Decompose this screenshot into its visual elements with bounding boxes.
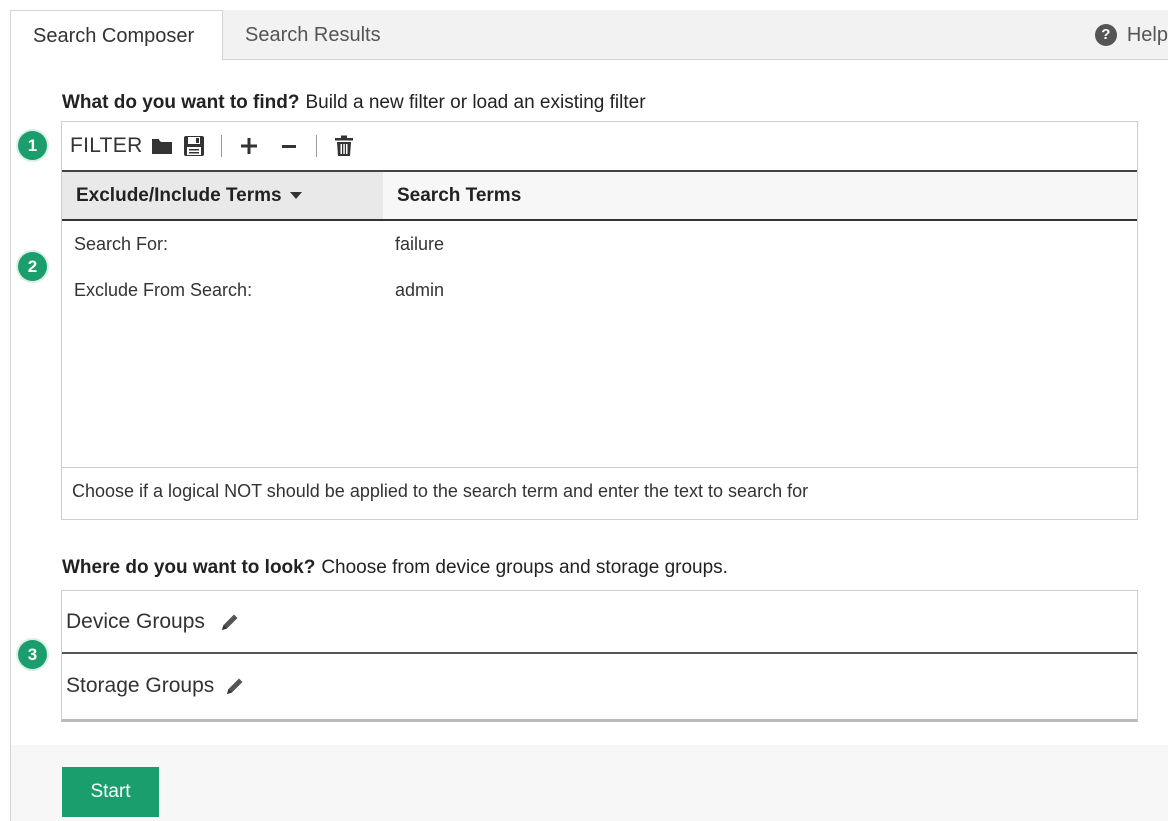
find-heading-text: Build a new filter or load an existing f…	[305, 92, 646, 113]
filter-label: FILTER	[70, 134, 143, 157]
step-2-badge: 2	[18, 252, 47, 281]
storage-groups-label: Storage Groups	[66, 673, 215, 697]
tab-search-results[interactable]: Search Results	[223, 10, 403, 61]
toolbar-divider	[315, 135, 317, 157]
tab-bar: Search Composer Search Results ? Help	[10, 10, 1168, 61]
groups-panel: Device Groups Storage Groups	[61, 590, 1138, 722]
column-label: Search Terms	[397, 184, 522, 206]
exclude-include-column-header[interactable]: Exclude/Include Terms	[62, 172, 383, 219]
row-term: failure	[395, 233, 445, 254]
save-icon[interactable]	[181, 132, 207, 160]
trash-icon[interactable]	[331, 132, 357, 160]
action-bar	[11, 745, 1168, 821]
tab-search-composer[interactable]: Search Composer	[10, 10, 223, 61]
find-heading: What do you want to find? Build a new fil…	[62, 92, 646, 114]
minus-icon[interactable]	[276, 132, 302, 160]
row-type: Search For:	[74, 233, 169, 254]
look-heading-bold: Where do you want to look?	[62, 557, 316, 578]
filter-hint: Choose if a logical NOT should be applie…	[62, 467, 1137, 515]
filter-grid-body: Search For: failure Exclude From Search:…	[62, 221, 1137, 467]
table-row[interactable]: Search For: failure	[62, 221, 1137, 267]
row-type: Exclude From Search:	[74, 279, 253, 300]
step-1-badge: 1	[18, 131, 47, 160]
device-groups-row: Device Groups	[62, 591, 1137, 654]
storage-groups-row: Storage Groups	[62, 654, 1137, 717]
pencil-icon[interactable]	[224, 675, 246, 697]
row-term: admin	[395, 279, 445, 300]
search-terms-column-header: Search Terms	[383, 172, 1137, 219]
left-border	[10, 60, 11, 821]
question-circle-icon: ?	[1094, 24, 1117, 46]
column-label: Exclude/Include Terms	[76, 184, 282, 206]
look-heading: Where do you want to look? Choose from de…	[62, 557, 728, 579]
pencil-icon[interactable]	[219, 611, 241, 633]
help-link[interactable]: ? Help	[1094, 10, 1168, 60]
device-groups-label: Device Groups	[66, 609, 205, 633]
toolbar-divider	[220, 135, 222, 157]
start-button[interactable]: Start	[62, 767, 159, 817]
table-row[interactable]: Exclude From Search: admin	[62, 267, 1137, 313]
caret-down-icon	[289, 192, 302, 199]
filter-panel: FILTER Exclude/Include Terms Search Term…	[61, 121, 1138, 520]
help-label: Help	[1126, 23, 1168, 46]
find-heading-bold: What do you want to find?	[62, 92, 300, 113]
folder-icon[interactable]	[149, 132, 175, 160]
look-heading-text: Choose from device groups and storage gr…	[321, 557, 728, 578]
filter-toolbar: FILTER	[62, 122, 1137, 172]
step-3-badge: 3	[18, 640, 47, 669]
filter-grid-header: Exclude/Include Terms Search Terms	[62, 172, 1137, 221]
plus-icon[interactable]	[236, 132, 262, 160]
